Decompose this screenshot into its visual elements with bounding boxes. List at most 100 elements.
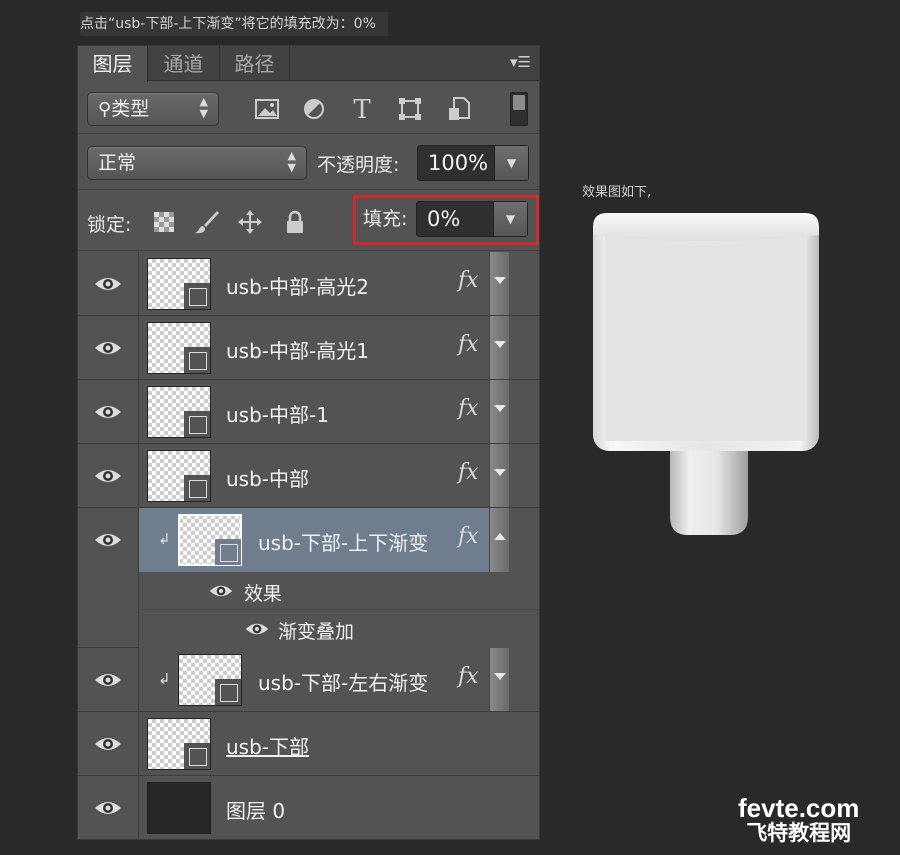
layer-thumbnail[interactable]	[147, 718, 211, 770]
preview-label: 效果图如下,	[582, 185, 652, 200]
lock-position-move-icon[interactable]	[236, 209, 264, 237]
lock-all-padlock-icon[interactable]	[281, 209, 309, 237]
effects-label: 效果	[244, 583, 283, 605]
gradient-overlay-row[interactable]: 渐变叠加	[139, 610, 539, 648]
opacity-dropdown-icon[interactable]: ▼	[494, 146, 528, 180]
filter-kind-label: 类型	[111, 98, 150, 120]
layer-name[interactable]: usb-下部-左右渐变	[258, 667, 428, 696]
layer-row[interactable]: usb-中部-高光1 fx	[78, 316, 539, 380]
search-icon: ⚲	[98, 99, 112, 120]
vector-mask-icon	[189, 480, 207, 498]
layer-name[interactable]: usb-中部-1	[226, 399, 329, 428]
fx-icon[interactable]: fx	[458, 664, 479, 689]
image-filter-icon[interactable]	[253, 96, 281, 124]
effects-expand-toggle[interactable]	[489, 252, 509, 315]
layer-name[interactable]: usb-中部	[226, 463, 309, 492]
smart-object-filter-icon[interactable]	[445, 96, 473, 124]
layers-panel: 图层 通道 路径 ▾☰ ⚲类型 ▲ ▼ T 正常 ▲ ▼ 不透明度: 100% ▼ …	[77, 45, 540, 840]
filter-kind-select[interactable]: ⚲类型 ▲ ▼	[87, 92, 219, 126]
effects-expand-toggle[interactable]	[489, 444, 509, 507]
visibility-column	[78, 508, 139, 647]
vector-mask-icon	[220, 684, 238, 702]
updown-icon: ▲ ▼	[199, 95, 208, 120]
layer-row-selected[interactable]: ↲ usb-下部-上下渐变 fx 效果 渐变叠加	[78, 508, 539, 648]
blend-mode-select[interactable]: 正常 ▲ ▼	[87, 146, 307, 180]
vector-mask-icon	[189, 748, 207, 766]
layer-row[interactable]: 图层 0	[78, 776, 539, 840]
layer-row[interactable]: ↲ usb-下部-左右渐变 fx	[78, 648, 539, 712]
updown-icon: ▲ ▼	[287, 149, 296, 174]
opacity-label: 不透明度:	[317, 154, 400, 176]
tab-layers[interactable]: 图层	[78, 46, 148, 82]
eye-icon[interactable]	[93, 734, 123, 754]
eye-icon[interactable]	[93, 274, 123, 294]
effects-expand-toggle[interactable]	[489, 380, 509, 443]
layer-name[interactable]: usb-下部	[226, 731, 309, 760]
chevron-down-icon	[494, 341, 506, 348]
layer-thumbnail[interactable]	[147, 322, 211, 374]
tab-channels[interactable]: 通道	[148, 46, 220, 81]
instruction-note: 点击“usb-下部-上下渐变”将它的填充改为：0%	[80, 12, 388, 36]
panel-menu-icon[interactable]: ▾☰	[510, 53, 531, 71]
chevron-down-icon	[494, 405, 506, 412]
chevron-down-icon	[494, 277, 506, 284]
usb-bottom-part	[670, 440, 748, 535]
watermark-line2: 飞特教程网	[746, 821, 852, 845]
clipping-mask-icon: ↲	[158, 670, 171, 688]
lock-pixels-brush-icon[interactable]	[193, 209, 221, 237]
layer-name[interactable]: usb-中部-高光1	[226, 335, 369, 364]
fx-icon[interactable]: fx	[458, 268, 479, 293]
eye-icon[interactable]	[93, 530, 123, 550]
lock-label: 锁定:	[87, 214, 132, 236]
tab-paths[interactable]: 路径	[220, 46, 290, 81]
eye-icon[interactable]	[244, 620, 270, 638]
fill-highlight-box	[353, 195, 539, 245]
layer-thumbnail[interactable]	[147, 386, 211, 438]
shape-filter-icon[interactable]	[396, 96, 424, 124]
usb-top-cap	[593, 213, 819, 241]
layer-thumbnail[interactable]	[147, 782, 211, 834]
effects-row[interactable]: 效果	[139, 572, 539, 610]
chevron-down-icon	[494, 673, 506, 680]
layer-thumbnail[interactable]	[178, 654, 242, 706]
eye-icon[interactable]	[93, 402, 123, 422]
layer-row[interactable]: usb-中部-1 fx	[78, 380, 539, 444]
effects-expand-toggle[interactable]	[489, 648, 509, 711]
toggle-knob	[513, 95, 525, 110]
layer-thumbnail[interactable]	[147, 258, 211, 310]
vector-mask-icon	[189, 416, 207, 434]
vector-mask-icon	[189, 352, 207, 370]
layer-row[interactable]: usb-中部-高光2 fx	[78, 252, 539, 316]
opacity-value: 100%	[428, 151, 489, 175]
watermark-line1: fevte.com	[738, 793, 860, 823]
effects-collapse-toggle[interactable]	[489, 508, 509, 572]
vector-mask-icon	[220, 544, 238, 562]
layer-thumbnail[interactable]	[147, 450, 211, 502]
layer-row[interactable]: usb-下部	[78, 712, 539, 776]
layer-thumbnail[interactable]	[178, 514, 242, 566]
fx-icon[interactable]: fx	[458, 524, 479, 549]
fx-icon[interactable]: fx	[458, 396, 479, 421]
layer-name[interactable]: usb-下部-上下渐变	[258, 527, 428, 556]
fx-icon[interactable]: fx	[458, 460, 479, 485]
opacity-field[interactable]: 100% ▼	[417, 145, 529, 181]
type-filter-icon[interactable]: T	[348, 96, 376, 124]
layer-name[interactable]: 图层 0	[226, 795, 285, 824]
effects-expand-toggle[interactable]	[489, 316, 509, 379]
eye-icon[interactable]	[93, 466, 123, 486]
visibility-column	[78, 380, 139, 443]
fx-icon[interactable]: fx	[458, 332, 479, 357]
eye-icon[interactable]	[93, 798, 123, 818]
layer-name[interactable]: usb-中部-高光2	[226, 271, 369, 300]
clipping-mask-icon: ↲	[158, 530, 171, 548]
eye-icon[interactable]	[93, 338, 123, 358]
instruction-text: 点击“usb-下部-上下渐变”将它的填充改为：0%	[80, 16, 376, 32]
adjustment-filter-icon[interactable]	[300, 96, 328, 124]
eye-icon[interactable]	[93, 670, 123, 690]
watermark-logo: fevte.com 飞特教程网	[738, 795, 859, 844]
eye-icon[interactable]	[208, 582, 234, 600]
layer-row[interactable]: usb-中部 fx	[78, 444, 539, 508]
filter-toggle[interactable]	[510, 92, 528, 126]
chevron-up-icon	[494, 533, 506, 540]
lock-transparency-icon[interactable]	[150, 209, 178, 237]
